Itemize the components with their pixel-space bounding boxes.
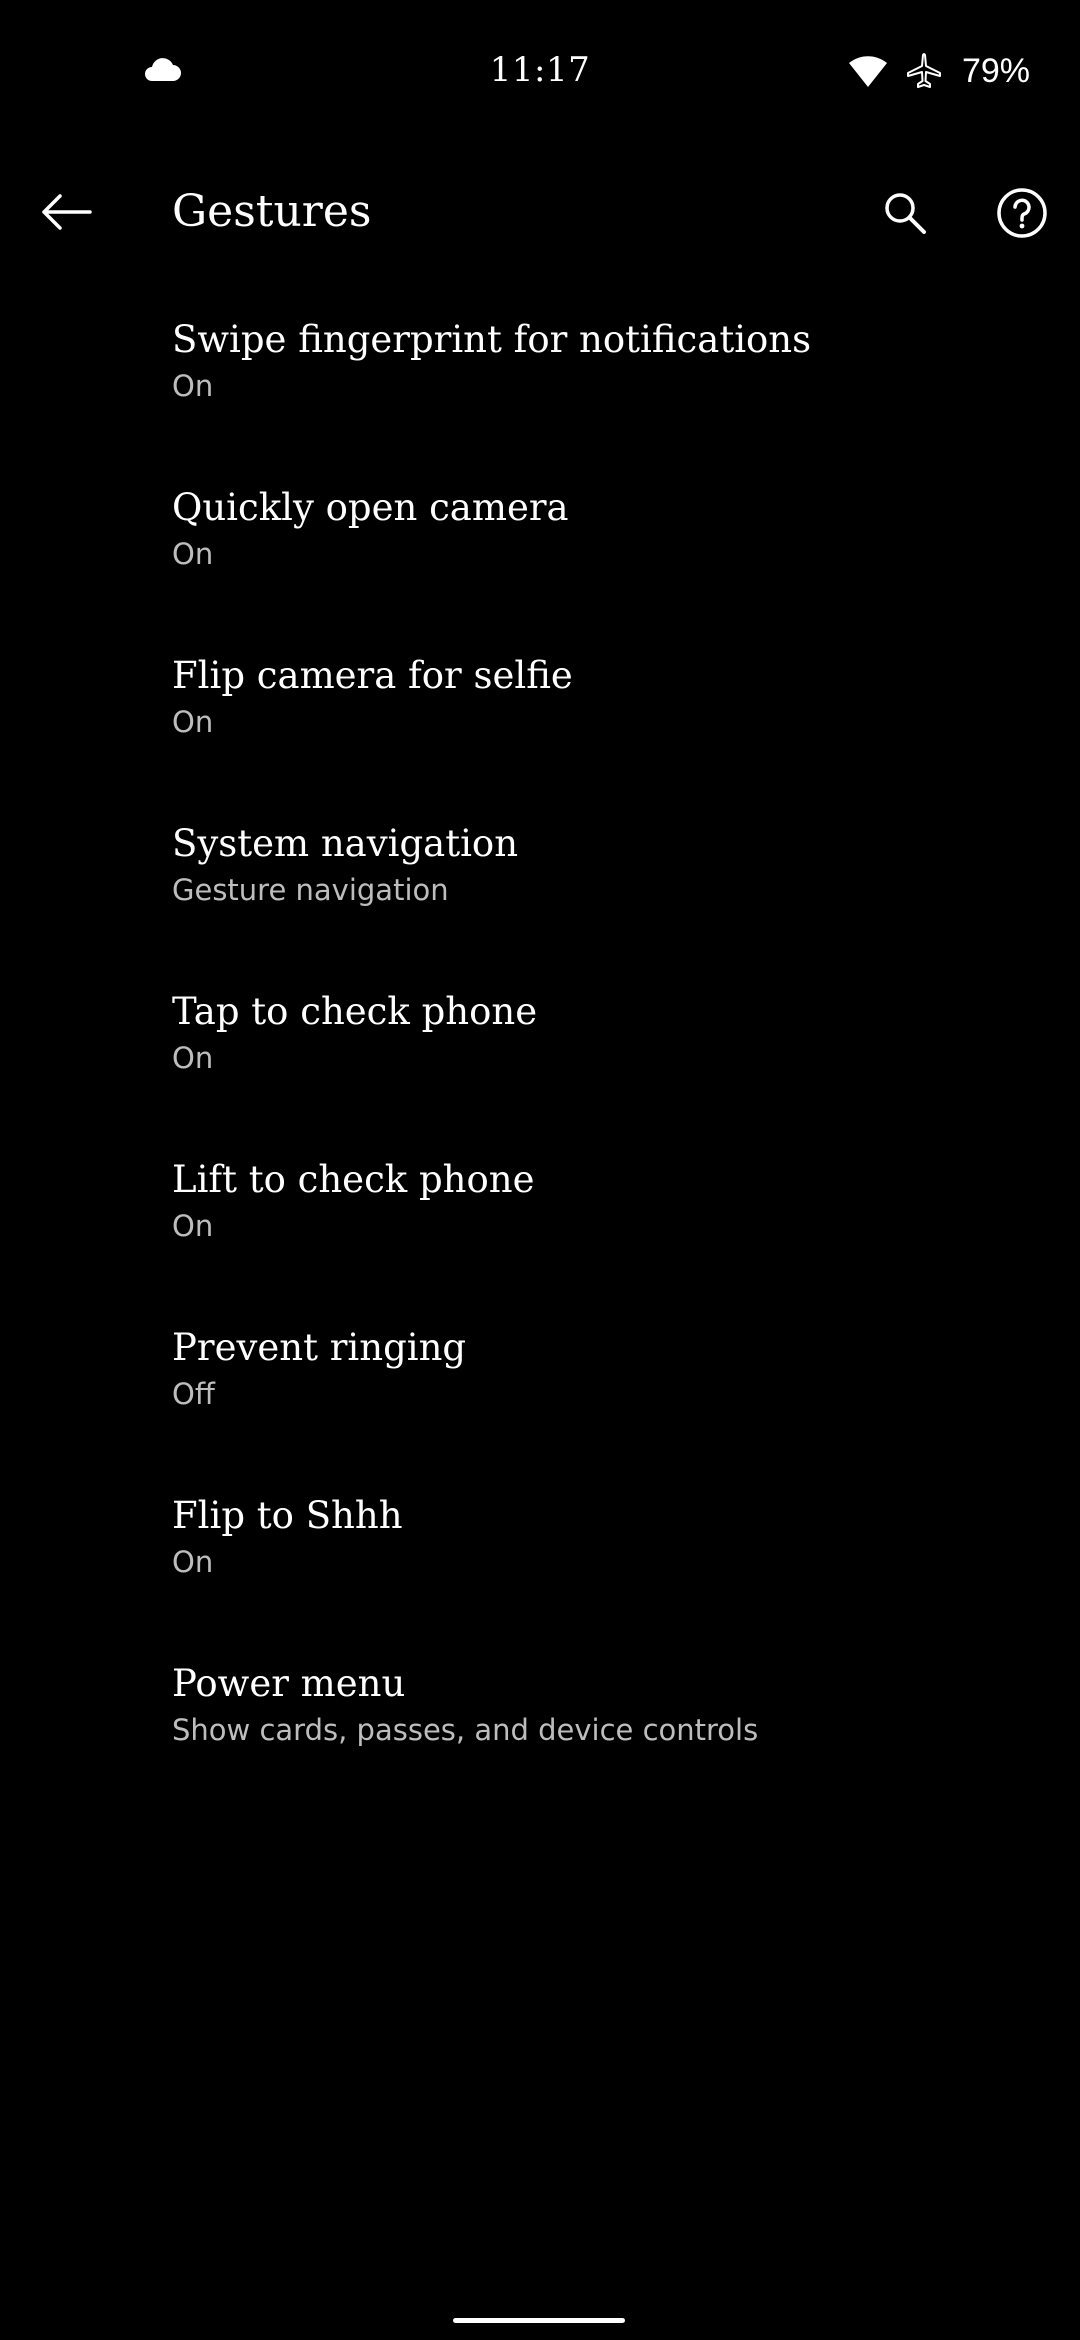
setting-summary: On xyxy=(172,537,214,571)
page-title: Gestures xyxy=(172,186,372,237)
status-bar: 11:17 79% xyxy=(0,0,1080,140)
setting-flip-to-shhh[interactable]: Flip to Shhh On xyxy=(0,1466,1080,1634)
setting-summary: Gesture navigation xyxy=(172,873,449,907)
setting-summary: Off xyxy=(172,1377,215,1411)
help-button[interactable] xyxy=(987,178,1057,248)
setting-summary: Show cards, passes, and device controls xyxy=(172,1713,759,1747)
setting-lift-to-check-phone[interactable]: Lift to check phone On xyxy=(0,1130,1080,1298)
setting-swipe-fingerprint[interactable]: Swipe fingerprint for notifications On xyxy=(0,290,1080,458)
back-arrow-icon xyxy=(42,194,92,230)
setting-flip-camera-selfie[interactable]: Flip camera for selfie On xyxy=(0,626,1080,794)
setting-prevent-ringing[interactable]: Prevent ringing Off xyxy=(0,1298,1080,1466)
setting-summary: On xyxy=(172,369,214,403)
search-icon xyxy=(885,193,926,234)
app-bar: Gestures xyxy=(0,160,1080,264)
setting-summary: On xyxy=(172,1209,214,1243)
setting-summary: On xyxy=(172,1545,214,1579)
setting-quickly-open-camera[interactable]: Quickly open camera On xyxy=(0,458,1080,626)
setting-title: Power menu xyxy=(172,1662,406,1705)
setting-title: Flip camera for selfie xyxy=(172,654,573,697)
airplane-icon xyxy=(906,53,941,88)
status-icons: 79% xyxy=(848,48,1030,94)
setting-system-navigation[interactable]: System navigation Gesture navigation xyxy=(0,794,1080,962)
setting-title: Swipe fingerprint for notifications xyxy=(172,318,812,361)
setting-title: Quickly open camera xyxy=(172,486,569,529)
setting-summary: On xyxy=(172,1041,214,1075)
search-button[interactable] xyxy=(870,178,940,248)
setting-title: Tap to check phone xyxy=(172,990,538,1033)
setting-tap-to-check-phone[interactable]: Tap to check phone On xyxy=(0,962,1080,1130)
setting-title: Flip to Shhh xyxy=(172,1494,403,1537)
gesture-nav-handle[interactable] xyxy=(453,2318,625,2323)
setting-title: Prevent ringing xyxy=(172,1326,467,1369)
setting-power-menu[interactable]: Power menu Show cards, passes, and devic… xyxy=(0,1634,1080,1802)
setting-title: System navigation xyxy=(172,822,519,865)
battery-percentage: 79% xyxy=(961,51,1030,90)
help-icon xyxy=(997,188,1047,238)
settings-list: Swipe fingerprint for notifications On Q… xyxy=(0,290,1080,1802)
setting-summary: On xyxy=(172,705,214,739)
back-button[interactable] xyxy=(30,180,102,244)
setting-title: Lift to check phone xyxy=(172,1158,535,1201)
wifi-icon xyxy=(848,56,887,87)
